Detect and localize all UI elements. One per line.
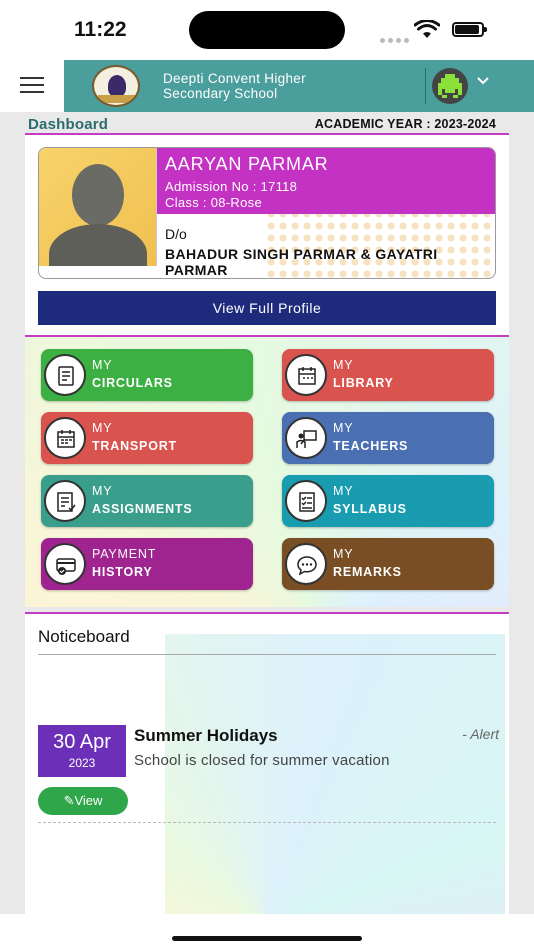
menu-tile-label2: ASSIGNMENTS [92,502,193,516]
noticeboard-card: Noticeboard 30 Apr 2023 Summer Holidays … [25,612,509,914]
menu-tile-remarks[interactable]: MY REMARKS [282,538,494,590]
academic-year: ACADEMIC YEAR : 2023-2024 [314,117,496,131]
relation-label: D/o [165,226,187,242]
menu-tile-label1: MY [333,421,354,435]
notice-title: Summer Holidays [134,726,278,745]
student-profile: AARYAN PARMAR Admission No : 17118 Class… [38,147,496,279]
menu-card: MY CIRCULARS MY LIBRARY MY TRANSPORT MY TEACHER… [25,335,509,607]
menu-tile-label2: REMARKS [333,565,402,579]
app-bar: Deepti Convent Higher Secondary School [0,60,534,112]
menu-tile-label2: SYLLABUS [333,502,407,516]
signal-icon [380,30,412,48]
chevron-down-icon[interactable] [476,76,490,86]
library-icon [285,354,327,396]
assignment-icon [44,480,86,522]
divider [425,68,426,104]
notice-date: 30 Apr 2023 [38,725,126,777]
menu-tile-label1: MY [92,484,113,498]
menu-tile-label1: MY [333,358,354,372]
noticeboard-title: Noticeboard [38,627,130,646]
notice-year: 2023 [68,756,96,770]
menu-tile-label2: TRANSPORT [92,439,177,453]
notice-view-button[interactable]: ✎View [38,787,128,815]
school-header: Deepti Convent Higher Secondary School [64,60,534,112]
teacher-icon [285,417,327,459]
battery-icon [452,22,487,37]
student-photo [39,148,157,266]
bottom-area [0,914,534,950]
menu-tile-transport[interactable]: MY TRANSPORT [41,412,253,464]
menu-tile-label1: MY [333,547,354,561]
status-time: 11:22 [74,18,127,41]
menu-tile-label1: MY [333,484,354,498]
transport-icon [44,417,86,459]
student-class: Class : 08-Rose [165,195,262,210]
remarks-icon [285,543,327,585]
status-bar: 11:22 [0,0,534,60]
view-full-profile-button[interactable]: View Full Profile [38,291,496,325]
payment-icon [44,543,86,585]
student-name: AARYAN PARMAR [165,154,329,174]
menu-tile-label2: LIBRARY [333,376,394,390]
page-title: Dashboard [28,116,109,133]
home-indicator[interactable] [172,936,362,941]
student-avatar-icon[interactable] [432,68,468,104]
student-info-band: AARYAN PARMAR Admission No : 17118 Class… [157,148,495,214]
parent-names: BAHADUR SINGH PARMAR & GAYATRI PARMAR [165,246,438,278]
divider [38,654,496,655]
admission-number: Admission No : 17118 [165,179,298,194]
school-name-line2: Secondary School [163,86,278,101]
menu-tile-history[interactable]: PAYMENT HISTORY [41,538,253,590]
menu-tile-syllabus[interactable]: MY SYLLABUS [282,475,494,527]
divider [38,822,496,823]
school-name: Deepti Convent Higher Secondary School [163,71,306,101]
menu-tile-label2: CIRCULARS [92,376,173,390]
dashboard-row: Dashboard ACADEMIC YEAR : 2023-2024 [25,114,509,134]
profile-card: AARYAN PARMAR Admission No : 17118 Class… [25,133,509,335]
wifi-icon [414,20,440,38]
circular-icon [44,354,86,396]
menu-tile-library[interactable]: MY LIBRARY [282,349,494,401]
noticeboard-background [165,634,505,914]
dynamic-island [189,11,345,49]
school-name-line1: Deepti Convent Higher [163,71,306,86]
notice-tag: - Alert [462,726,499,742]
syllabus-icon [285,480,327,522]
menu-tile-circulars[interactable]: MY CIRCULARS [41,349,253,401]
notice-day-month: 30 Apr [53,731,111,753]
menu-tile-label2: HISTORY [92,565,153,579]
menu-icon[interactable] [20,77,44,95]
menu-tile-assignments[interactable]: MY ASSIGNMENTS [41,475,253,527]
menu-tile-teachers[interactable]: MY TEACHERS [282,412,494,464]
menu-tile-label1: MY [92,358,113,372]
menu-tile-label1: PAYMENT [92,547,157,561]
notice-description: School is closed for summer vacation [134,752,390,769]
menu-tile-label2: TEACHERS [333,439,409,453]
menu-tile-label1: MY [92,421,113,435]
school-logo [92,65,140,107]
